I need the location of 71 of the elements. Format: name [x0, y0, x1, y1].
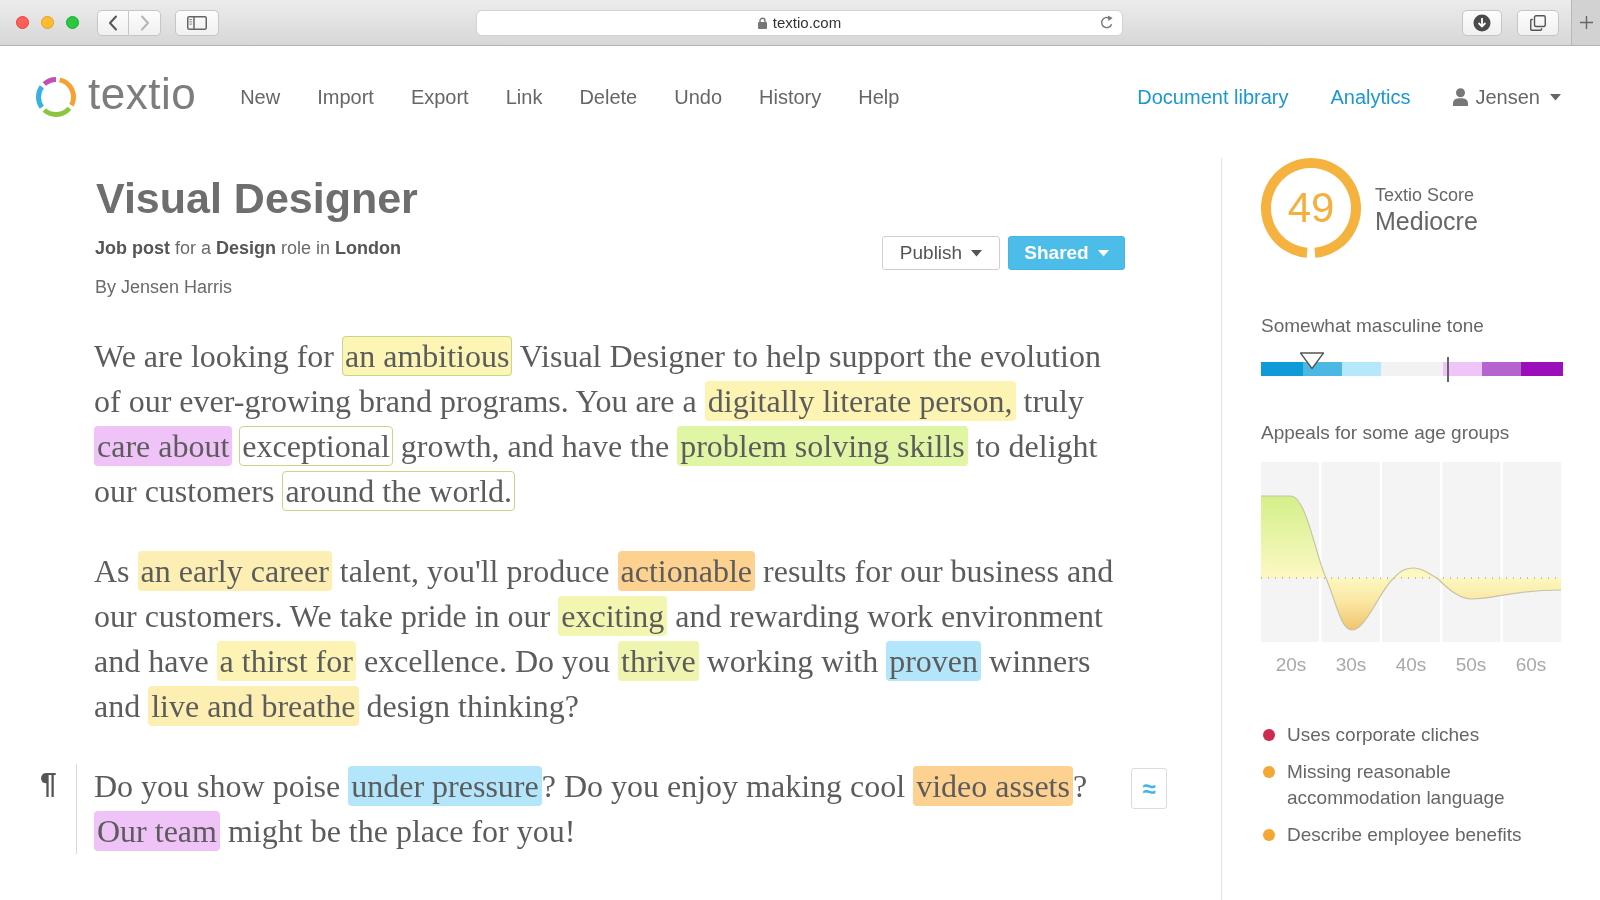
url-text: textio.com — [772, 14, 842, 31]
window-zoom-icon[interactable] — [66, 16, 79, 29]
document-byline: By Jensen Harris — [94, 276, 234, 299]
address-bar[interactable]: textio.com — [476, 9, 1123, 36]
download-icon — [1473, 13, 1491, 32]
menu-item[interactable]: New — [240, 84, 281, 110]
sidebar-button[interactable] — [175, 9, 219, 36]
menu-item[interactable]: Delete — [579, 84, 638, 110]
plus-icon — [1579, 16, 1593, 29]
highlighted-phrase[interactable]: digitally literate person, — [704, 381, 1016, 421]
highlighted-phrase[interactable]: Our team — [94, 811, 220, 851]
score-rating: Mediocre — [1375, 206, 1478, 236]
body-paragraph: Do you show poise under pressure? Do you enjoy making cool video assets? Our team might be the place for you! — [76, 764, 1125, 854]
issue-text: Describe employee benefits — [1287, 823, 1522, 847]
caret-down-icon — [971, 249, 983, 257]
highlighted-phrase[interactable]: thrive — [618, 641, 699, 681]
score-ring-icon — [1261, 158, 1361, 258]
age-chart-title: Appeals for some age groups — [1261, 421, 1511, 445]
score-label: Textio Score — [1375, 184, 1476, 206]
highlighted-phrase[interactable]: actionable — [617, 551, 755, 591]
chevron-right-icon — [139, 14, 150, 31]
outlined-phrase[interactable]: around the world. — [282, 471, 515, 511]
menu-item[interactable]: Export — [410, 84, 469, 110]
publish-dropdown-button[interactable]: Publish — [882, 236, 1000, 270]
caret-down-icon — [1550, 93, 1561, 101]
highlighted-phrase[interactable]: an ambitious — [342, 336, 513, 376]
highlighted-phrase[interactable]: care about — [94, 426, 233, 466]
body-paragraph: We are looking for an ambitious Visual Designer to help support the evolution of our ever-growing brand programs. You are a digitally literate person, truly care about exceptional growth, and have the problem solving skills to delight our customers around the world. — [94, 335, 1102, 513]
age-group-label: 50s — [1454, 654, 1488, 676]
highlighted-phrase[interactable]: exciting — [558, 596, 668, 636]
tabs-button[interactable] — [1517, 9, 1559, 36]
menu-item[interactable]: Help — [858, 84, 900, 110]
highlighted-phrase[interactable]: proven — [886, 641, 982, 681]
highlighted-phrase[interactable]: under pressure — [348, 766, 542, 806]
user-menu-button[interactable]: Jensen — [1452, 84, 1561, 110]
menu-item[interactable]: Link — [505, 84, 543, 110]
back-button[interactable] — [97, 9, 129, 36]
age-group-label: 20s — [1274, 654, 1308, 676]
outlined-phrase[interactable]: exceptional — [239, 426, 393, 466]
highlighted-phrase[interactable]: video assets — [913, 766, 1073, 806]
age-group-label: 40s — [1394, 654, 1428, 676]
issue-text: Uses corporate cliches — [1287, 723, 1480, 747]
highlighted-phrase[interactable]: a thirst for — [216, 641, 356, 681]
age-group-label: 60s — [1514, 654, 1548, 676]
logo-text: textio — [88, 68, 197, 120]
tone-label: Somewhat masculine tone — [1261, 314, 1485, 338]
paragraph-mark: ¶ — [40, 765, 58, 801]
nav-link[interactable]: Analytics — [1330, 84, 1411, 110]
chevron-left-icon — [108, 14, 118, 31]
highlighted-phrase[interactable]: problem solving skills — [677, 426, 968, 466]
sidebar-icon — [187, 15, 207, 30]
logo-ring-icon — [35, 76, 77, 118]
document-title: Visual Designer — [95, 173, 418, 224]
download-button[interactable] — [1462, 9, 1502, 36]
issue-text: Missing reasonable accommodation language — [1287, 760, 1506, 810]
document-subtitle: Job post for a Design role in London — [94, 237, 403, 260]
score-value: 49 — [1287, 184, 1335, 232]
reload-icon[interactable] — [1100, 15, 1114, 30]
highlighted-phrase[interactable]: an early career — [137, 551, 332, 591]
overlapping-squares-icon — [1530, 14, 1546, 31]
menu-item[interactable]: Import — [317, 84, 374, 110]
window-close-icon[interactable] — [16, 16, 29, 29]
body-paragraph: As an early career talent, you'll produce actionable results for our business and our customers. We take pride in our exciting and rewarding work environment and have a thirst for excellence. Do you thrive working with proven winners and live and breathe design thinking? — [94, 550, 1115, 728]
highlighted-phrase[interactable]: live and breathe — [148, 686, 359, 726]
nav-link[interactable]: Document library — [1137, 84, 1289, 110]
menu-item[interactable]: History — [759, 84, 822, 110]
lock-icon — [757, 16, 767, 29]
menu-item[interactable]: Undo — [674, 84, 722, 110]
age-group-label: 30s — [1334, 654, 1368, 676]
person-icon — [1452, 88, 1468, 106]
caret-down-icon — [1097, 249, 1109, 257]
